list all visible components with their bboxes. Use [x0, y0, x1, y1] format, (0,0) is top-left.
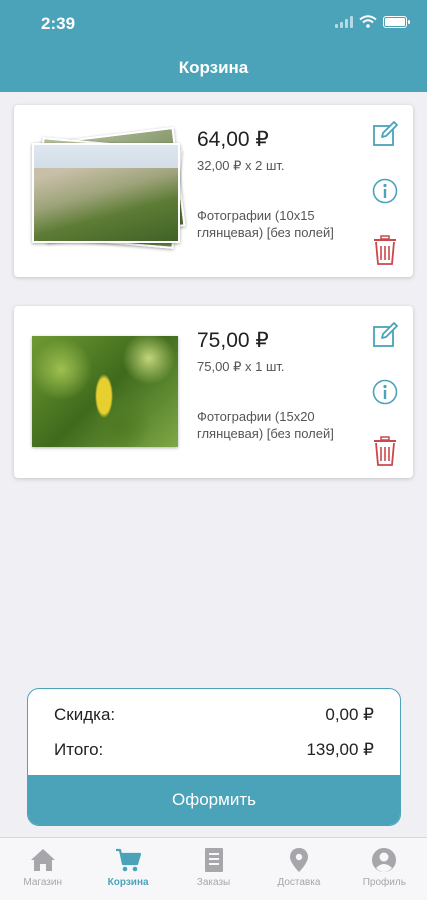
- tab-orders[interactable]: Заказы: [171, 838, 256, 900]
- total-row: Итого: 139,00 ₽: [54, 740, 374, 760]
- total-value: 139,00 ₽: [306, 740, 374, 759]
- item-price: 75,00 ₽: [197, 329, 269, 352]
- tab-label: Доставка: [277, 877, 321, 888]
- total-label: Итого:: [54, 740, 104, 759]
- profile-icon: [372, 848, 397, 872]
- item-unit-price: 75,00 ₽ x 1 шт.: [197, 359, 285, 374]
- orders-icon: [204, 848, 223, 872]
- cart-icon: [116, 848, 142, 872]
- item-description: Фотографии (15x20 глянцевая) [без полей]: [197, 409, 334, 441]
- wifi-icon: [359, 15, 377, 28]
- item-unit-price: 32,00 ₽ x 2 шт.: [197, 158, 285, 173]
- home-icon: [30, 849, 55, 871]
- cart-item[interactable]: 75,00 ₽ 75,00 ₽ x 1 шт. Фотографии (15x2…: [14, 306, 413, 478]
- location-pin-icon: [289, 848, 308, 872]
- cart-item[interactable]: 64,00 ₽ 32,00 ₽ x 2 шт. Фотографии (10x1…: [14, 105, 413, 277]
- tab-shop[interactable]: Магазин: [0, 838, 85, 900]
- lemon-tree-photo: [32, 336, 178, 447]
- tab-label: Заказы: [196, 877, 231, 888]
- status-icons: [335, 15, 410, 28]
- edit-icon[interactable]: [372, 322, 398, 348]
- page-title: Корзина: [178, 58, 249, 77]
- status-time: 2:39: [41, 14, 76, 33]
- battery-icon: [383, 15, 410, 28]
- item-description: Фотографии (10x15 глянцевая) [без полей]: [197, 208, 334, 240]
- item-price: 64,00 ₽: [197, 128, 269, 151]
- discount-row: Скидка: 0,00 ₽: [54, 705, 374, 725]
- tab-delivery[interactable]: Доставка: [256, 838, 341, 900]
- trash-icon[interactable]: [372, 436, 398, 466]
- order-summary: Скидка: 0,00 ₽ Итого: 139,00 ₽ Оформить: [27, 688, 401, 826]
- tab-label: Корзина: [107, 877, 149, 888]
- discount-value: 0,00 ₽: [325, 705, 374, 724]
- tab-cart[interactable]: Корзина: [85, 838, 170, 900]
- trash-icon[interactable]: [372, 235, 398, 265]
- tab-bar: Магазин Корзина Заказы Доставка Профиль: [0, 837, 427, 900]
- header: 2:39 Корзина: [0, 0, 427, 92]
- checkout-button[interactable]: Оформить: [28, 775, 400, 825]
- signal-icon: [335, 15, 353, 28]
- edit-icon[interactable]: [372, 121, 398, 147]
- discount-label: Скидка:: [54, 705, 116, 724]
- info-icon[interactable]: [372, 379, 398, 405]
- tab-profile[interactable]: Профиль: [342, 838, 427, 900]
- tab-label: Магазин: [23, 877, 62, 888]
- coastal-hills-photo-stack: [32, 126, 187, 253]
- tab-label: Профиль: [362, 877, 406, 888]
- info-icon[interactable]: [372, 178, 398, 204]
